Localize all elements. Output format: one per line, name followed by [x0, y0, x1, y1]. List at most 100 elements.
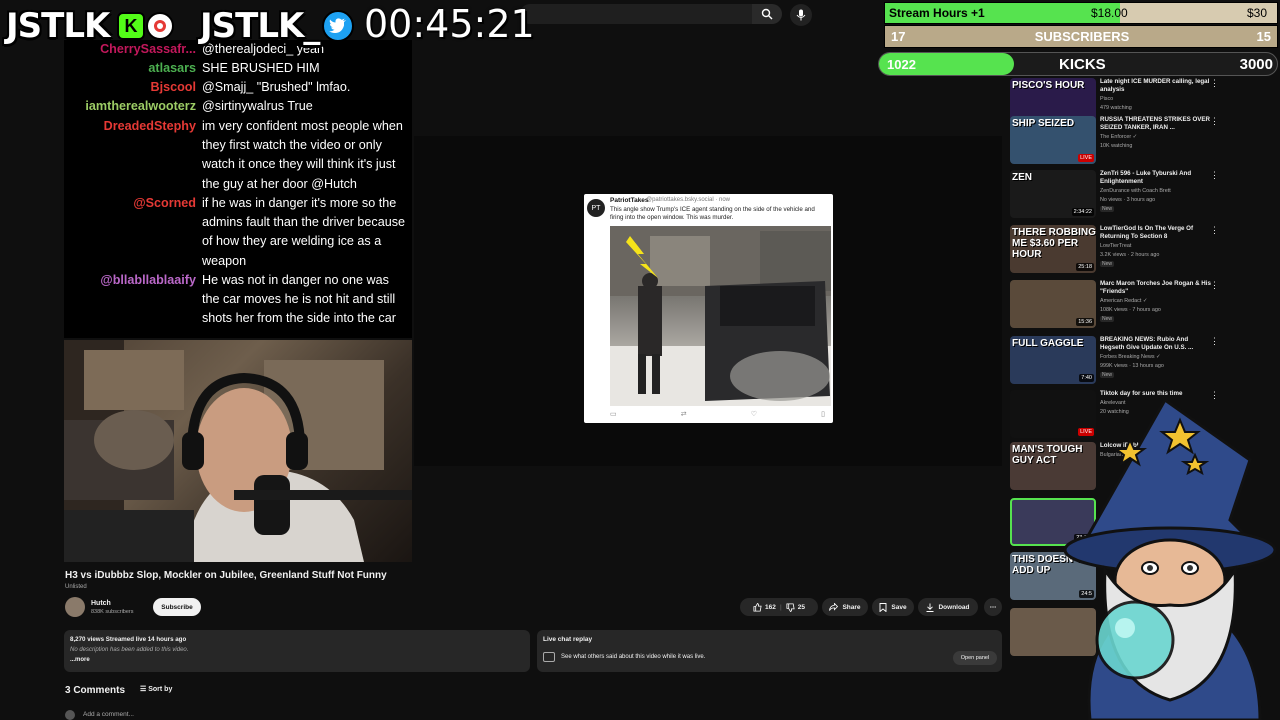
subscribe-button[interactable]: Subscribe — [153, 598, 201, 616]
add-comment-input[interactable]: Add a comment... — [83, 711, 134, 718]
stream-hours-goal: Stream Hours +1 $18.00 $30 — [884, 2, 1278, 24]
like-dislike-group: 162 | 25 — [740, 598, 818, 616]
video-thumbnail[interactable]: SHIP SEIZED LIVE — [1010, 116, 1096, 164]
channel-name[interactable]: ZenDurance with Coach Brett — [1100, 188, 1171, 194]
chat-username[interactable]: @bllabllablaaify — [64, 271, 196, 290]
channel-name[interactable]: Forbes Breaking News ✓ — [1100, 354, 1161, 360]
share-label: Share — [842, 603, 861, 611]
chat-username[interactable]: atlasars — [64, 59, 196, 78]
search-button[interactable] — [752, 4, 782, 24]
chat-text: He was not in danger no one was the car … — [202, 273, 396, 326]
channel-name[interactable]: American Redact ✓ — [1100, 298, 1147, 304]
more-options-icon[interactable]: ⋮ — [1210, 225, 1219, 236]
video-title[interactable]: Late night ICE MURDER calling, legal ana… — [1100, 78, 1212, 94]
save-button[interactable]: Save — [872, 598, 914, 616]
video-thumbnail[interactable]: 15:36 — [1010, 280, 1096, 328]
thumbs-up-icon — [753, 602, 762, 612]
kicks-goal: 1022 KICKS 3000 — [878, 52, 1278, 76]
divider: | — [779, 603, 782, 611]
channel-name[interactable]: Hutch — [91, 600, 111, 607]
chat-username[interactable]: iamtherealwooterz — [64, 97, 196, 116]
channel-name[interactable]: Pisco — [1100, 96, 1113, 102]
more-options-icon[interactable]: ⋮ — [1210, 336, 1219, 347]
dislike-count: 25 — [797, 603, 805, 611]
save-icon — [879, 602, 887, 612]
stream-hours-target: $30 — [1247, 6, 1268, 20]
video-stats: 8,270 views Streamed live 14 hours ago — [70, 636, 187, 643]
kicks-count: 1022 — [887, 57, 916, 72]
recommended-video[interactable]: ZEN 2:34:22 ZenTri 596 - Luke Tyburski And… — [1010, 170, 1220, 220]
more-options-icon[interactable]: ⋮ — [1210, 78, 1219, 89]
tweet-text: This angle show Trump's ICE agent standi… — [610, 206, 815, 221]
video-meta: 479 watching — [1100, 105, 1132, 111]
new-badge: New — [1100, 316, 1115, 322]
description-box[interactable]: 8,270 views Streamed live 14 hours ago N… — [64, 630, 530, 672]
video-title[interactable]: LowTierGod Is On The Verge Of Returning … — [1100, 225, 1212, 241]
video-thumbnail[interactable]: ZEN 2:34:22 — [1010, 170, 1096, 218]
share-button[interactable]: Share — [822, 598, 868, 616]
kicks-label: KICKS — [1059, 56, 1106, 73]
recommended-video[interactable]: 15:36 Marc Maron Torches Joe Rogan & His … — [1010, 280, 1220, 330]
stream-hours-label: Stream Hours +1 — [889, 6, 985, 20]
recommended-video[interactable]: SHIP SEIZED LIVE RUSSIA THREATENS STRIKES … — [1010, 116, 1220, 166]
video-title[interactable]: ZenTri 596 - Luke Tyburski And Enlighten… — [1100, 170, 1212, 186]
channel-name[interactable]: The Enforcer ✓ — [1100, 134, 1137, 140]
more-options-icon[interactable]: ⋮ — [1210, 116, 1219, 127]
record-icon — [146, 12, 174, 40]
thumbs-down-icon — [786, 602, 795, 612]
video-meta: 108K views · 7 hours ago — [1100, 307, 1161, 313]
channel-avatar[interactable] — [65, 597, 85, 617]
live-badge: LIVE — [1078, 154, 1094, 162]
new-badge: New — [1100, 206, 1115, 212]
microphone-icon — [796, 9, 806, 21]
voice-search-button[interactable] — [790, 4, 812, 26]
video-meta: 999K views · 13 hours ago — [1100, 363, 1164, 369]
reply-icon: ▭ — [610, 411, 617, 418]
video-description: No description has been added to this vi… — [70, 647, 189, 653]
sort-by-button[interactable]: ☰ Sort by — [140, 685, 172, 693]
download-icon — [926, 603, 934, 612]
duration-badge: 25:18 — [1076, 263, 1094, 271]
video-title[interactable]: Marc Maron Torches Joe Rogan & His "Frie… — [1100, 280, 1212, 296]
channel-name[interactable]: LowTierTreat — [1100, 243, 1131, 249]
subscribers-goal: 17 SUBSCRIBERS 15 — [884, 25, 1278, 48]
chat-username[interactable]: DreadedStephy — [64, 117, 196, 136]
kicks-target: 3000 — [1239, 56, 1273, 73]
video-title[interactable]: Tiktok day for sure this time — [1100, 390, 1212, 398]
video-thumbnail[interactable]: FULL GAGGLE 7:40 — [1010, 336, 1096, 384]
new-badge: New — [1100, 261, 1115, 267]
video-thumbnail[interactable]: THERE ROBBING ME $3.60 PER HOUR 25:18 — [1010, 225, 1096, 273]
tweet-avatar: PT — [587, 199, 605, 217]
like-button[interactable]: 162 — [753, 602, 776, 612]
live-chat-replay-title: Live chat replay — [543, 636, 593, 643]
tweet-card: PT PatriotTakes @patriottakes.bsky.socia… — [584, 194, 833, 423]
more-options-icon[interactable]: ⋮ — [1210, 280, 1219, 291]
video-title[interactable]: RUSSIA THREATENS STRIKES OVER SEIZED TAN… — [1100, 116, 1212, 132]
tweet-actions: ▭ ⇄ ♡ ▯ — [610, 410, 825, 420]
brand-logo-kick: JSTLK — [6, 6, 110, 46]
description-more-link[interactable]: ...more — [70, 657, 90, 663]
stream-timer: 00:45:21 — [364, 2, 535, 46]
thumbnail-text: PISCO'S HOUR — [1012, 80, 1085, 91]
chat-username[interactable]: Bjscool — [64, 78, 197, 97]
more-actions-button[interactable]: ⋯ — [984, 598, 1002, 616]
live-chat-replay-box: Live chat replay See what others said ab… — [537, 630, 1002, 672]
sort-by-label: Sort by — [148, 686, 173, 693]
search-input[interactable] — [520, 4, 752, 24]
share-icon — [829, 603, 839, 611]
dislike-button[interactable]: 25 — [786, 602, 805, 612]
chat-username[interactable]: @Scorned — [64, 194, 196, 213]
video-title[interactable]: BREAKING NEWS: Rubio And Hegseth Give Up… — [1100, 336, 1212, 352]
download-label: Download — [938, 603, 970, 611]
user-avatar — [65, 710, 75, 720]
recommended-video[interactable]: THERE ROBBING ME $3.60 PER HOUR 25:18 LowT… — [1010, 225, 1220, 275]
like-count: 162 — [765, 603, 776, 611]
subscribers-label: SUBSCRIBERS — [1034, 29, 1130, 44]
more-options-icon[interactable]: ⋮ — [1210, 170, 1219, 181]
live-chat-replay-text: See what others said about this video wh… — [561, 654, 706, 660]
open-panel-button[interactable]: Open panel — [953, 651, 997, 665]
recommended-video[interactable]: FULL GAGGLE 7:40 BREAKING NEWS: Rubio And … — [1010, 336, 1220, 386]
download-button[interactable]: Download — [918, 598, 978, 616]
webcam-feed — [64, 340, 412, 562]
thumbnail-text: SHIP SEIZED — [1012, 118, 1075, 129]
